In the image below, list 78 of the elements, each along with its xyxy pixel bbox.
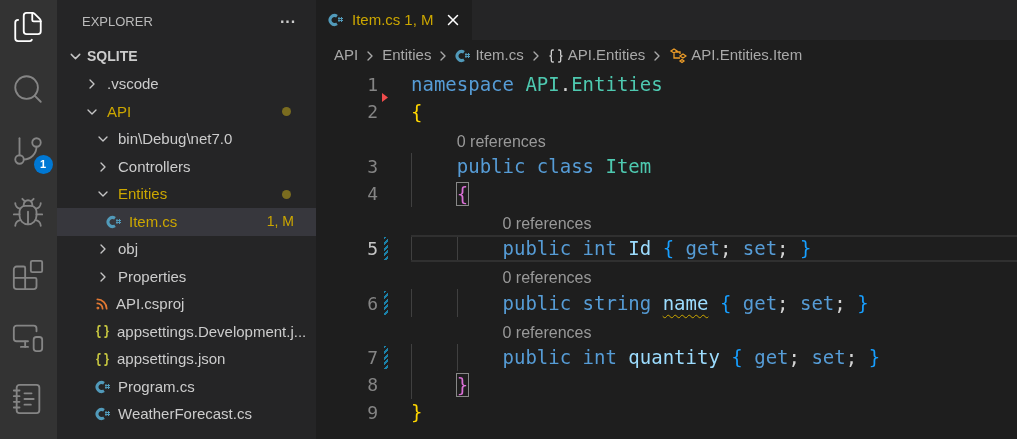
braces-icon xyxy=(95,324,110,340)
csharp-icon xyxy=(95,379,111,394)
workspace-title: SQLITE xyxy=(87,47,138,67)
folder-row[interactable]: Properties xyxy=(57,263,316,291)
csharp-icon xyxy=(95,407,111,422)
csharp-icon xyxy=(455,48,472,63)
line-number: 7 xyxy=(366,346,378,371)
bug-icon[interactable] xyxy=(10,196,45,230)
codelens[interactable]: 0 references xyxy=(502,321,592,344)
workspace-header[interactable]: SQLITE xyxy=(57,43,316,71)
csharp-icon xyxy=(328,13,344,27)
file-row[interactable]: appsettings.json xyxy=(57,345,316,373)
rss-icon xyxy=(95,297,109,312)
breadcrumb-item[interactable]: API.Entities xyxy=(567,44,646,67)
file-name: Entities xyxy=(118,184,168,204)
file-row[interactable]: Item.cs 1, M xyxy=(57,208,316,236)
codelens[interactable]: 0 references xyxy=(456,130,546,153)
line-number: 2 xyxy=(366,100,378,125)
file-name: Item.cs xyxy=(129,211,178,232)
change-marker[interactable] xyxy=(384,291,388,315)
count-badge: 1 xyxy=(33,155,53,174)
file-name: bin\Debug\net7.0 xyxy=(118,129,233,149)
line-number: 1 xyxy=(366,73,378,98)
change-marker[interactable] xyxy=(384,345,388,370)
codelens[interactable]: 0 references xyxy=(502,212,592,235)
folder-row[interactable]: obj xyxy=(57,235,316,263)
code-line: { xyxy=(411,99,423,125)
folder-row[interactable]: Entities xyxy=(57,180,316,208)
folder-row[interactable]: bin\Debug\net7.0 xyxy=(57,125,316,153)
file-name: Controllers xyxy=(118,156,191,177)
sidebar-title: EXPLORER xyxy=(82,12,153,31)
breadcrumb-item[interactable]: Item.cs xyxy=(475,44,524,67)
line-number: 8 xyxy=(366,373,378,398)
file-name: obj xyxy=(118,239,139,259)
tab-status: 1, M xyxy=(404,9,434,30)
code-line: public class Item xyxy=(455,154,652,180)
class-icon xyxy=(669,47,688,64)
editor-tab[interactable]: Item.cs 1, M xyxy=(316,0,472,40)
file-name: Program.cs xyxy=(118,376,195,397)
code-line: public int quantity { get; set; } xyxy=(501,345,881,371)
folder-row[interactable]: Controllers xyxy=(57,153,316,181)
code-line: namespace API.Entities xyxy=(411,72,663,98)
braces-icon xyxy=(95,351,110,367)
csharp-icon xyxy=(106,214,122,229)
line-number: 9 xyxy=(366,400,378,425)
file-status: 1, M xyxy=(266,212,294,232)
file-name: WeatherForecast.cs xyxy=(118,404,252,424)
braces-icon xyxy=(547,47,564,64)
line-number: 3 xyxy=(366,155,378,180)
more-button[interactable]: ··· xyxy=(280,9,296,34)
tab-label: Item.cs xyxy=(352,9,401,30)
line-number: 5 xyxy=(366,236,378,261)
file-name: Properties xyxy=(118,266,187,287)
breadcrumb-item[interactable]: Entities xyxy=(382,44,432,67)
line-number: 4 xyxy=(366,182,378,207)
code-line: { xyxy=(455,181,469,207)
file-row[interactable]: WeatherForecast.cs xyxy=(57,400,316,428)
deletion-marker[interactable] xyxy=(382,93,388,103)
line-number: 6 xyxy=(366,291,378,316)
blocks-icon[interactable] xyxy=(10,258,45,292)
folder-row[interactable]: .vscode xyxy=(57,70,316,98)
change-marker[interactable] xyxy=(384,236,388,261)
codelens[interactable]: 0 references xyxy=(502,267,592,290)
code-line: } xyxy=(455,372,469,398)
file-row[interactable]: Program.cs xyxy=(57,373,316,401)
file-row[interactable]: appsettings.Development.j... xyxy=(57,318,316,346)
file-name: .vscode xyxy=(107,74,159,94)
breadcrumb-item[interactable]: API.Entities.Item xyxy=(691,44,803,67)
file-name: API xyxy=(107,101,132,122)
breadcrumb-item[interactable]: API xyxy=(334,44,359,67)
file-name: appsettings.Development.j... xyxy=(117,321,307,342)
file-row[interactable]: API.csproj xyxy=(57,290,316,318)
file-name: API.csproj xyxy=(116,294,185,314)
folder-row[interactable]: API xyxy=(57,98,316,126)
code-line: public int Id { get; set; } xyxy=(501,236,812,262)
code-line: } xyxy=(411,399,423,425)
file-name: appsettings.json xyxy=(117,349,226,369)
code-line: public string name { get; set; } xyxy=(501,290,869,316)
